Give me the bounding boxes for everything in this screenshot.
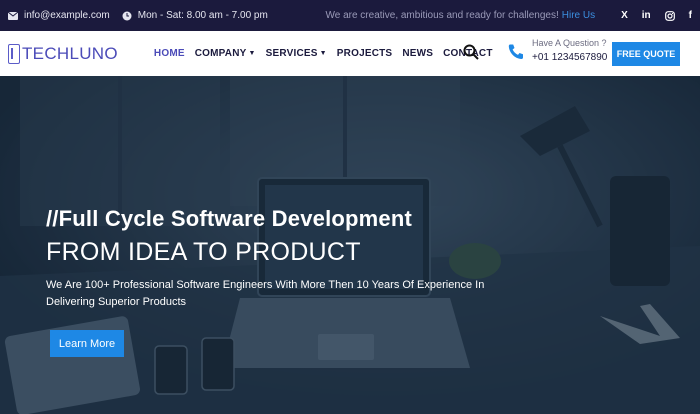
hire-us-link[interactable]: Hire Us: [562, 10, 595, 21]
nav-item-label: PROJECTS: [336, 48, 393, 59]
envelope-icon: [8, 11, 18, 20]
top-bar: info@example.com Mon - Sat: 8.00 am - 7.…: [0, 0, 700, 31]
facebook-icon[interactable]: f: [689, 10, 692, 21]
hero-description: We Are 100+ Professional Software Engine…: [46, 279, 485, 308]
nav-menu: HOME COMPANY ▼ SERVICES ▼ PROJECTS NEWS CO…: [154, 48, 503, 59]
nav-item-label: COMPANY: [194, 48, 247, 59]
nav-item-home[interactable]: HOME: [154, 48, 185, 59]
nav-item-company[interactable]: COMPANY ▼: [195, 48, 256, 59]
email-info[interactable]: info@example.com: [8, 10, 110, 21]
search-button[interactable]: [463, 44, 479, 65]
nav-item-services[interactable]: SERVICES ▼: [266, 48, 327, 59]
hero-title-line2: FROM IDEA TO PRODUCT: [46, 238, 361, 266]
caret-down-icon: ▼: [248, 50, 256, 57]
logo-text: TECHLUNO: [22, 43, 118, 63]
phone-number[interactable]: +01 1234567890: [532, 52, 607, 63]
nav-item-news[interactable]: NEWS: [402, 48, 433, 59]
tagline: We are creative, ambitious and ready for…: [325, 10, 559, 21]
social-links: X in f: [607, 10, 692, 21]
nav-item-label: NEWS: [402, 48, 434, 59]
email-text: info@example.com: [24, 10, 110, 21]
nav-item-label: HOME: [153, 48, 185, 59]
hours-info: Mon - Sat: 8.00 am - 7.00 pm: [122, 10, 268, 21]
linkedin-icon[interactable]: in: [642, 10, 651, 21]
instagram-icon[interactable]: [664, 10, 675, 21]
logo[interactable]: TECHLUNO: [8, 43, 118, 64]
hero-section: //Full Cycle Software Development FROM I…: [0, 76, 700, 414]
nav-item-projects[interactable]: PROJECTS: [337, 48, 393, 59]
x-icon[interactable]: X: [621, 10, 628, 21]
hours-text: Mon - Sat: 8.00 am - 7.00 pm: [137, 10, 268, 21]
contact-box: Have A Question ? +01 1234567890: [532, 38, 607, 63]
search-icon: [463, 44, 479, 60]
logo-mark-icon: [8, 43, 20, 64]
hero-content: //Full Cycle Software Development FROM I…: [46, 206, 496, 311]
hero-title-line1: //Full Cycle Software Development: [46, 206, 413, 231]
phone-icon: [507, 43, 525, 66]
caret-down-icon: ▼: [319, 50, 327, 57]
clock-icon: [122, 11, 132, 20]
learn-more-button[interactable]: Learn More: [50, 330, 124, 357]
main-navbar: TECHLUNO HOME COMPANY ▼ SERVICES ▼ PROJECT…: [0, 31, 700, 76]
contact-question: Have A Question ?: [532, 38, 607, 48]
free-quote-button[interactable]: FREE QUOTE: [612, 42, 680, 66]
nav-item-label: SERVICES: [265, 48, 318, 59]
